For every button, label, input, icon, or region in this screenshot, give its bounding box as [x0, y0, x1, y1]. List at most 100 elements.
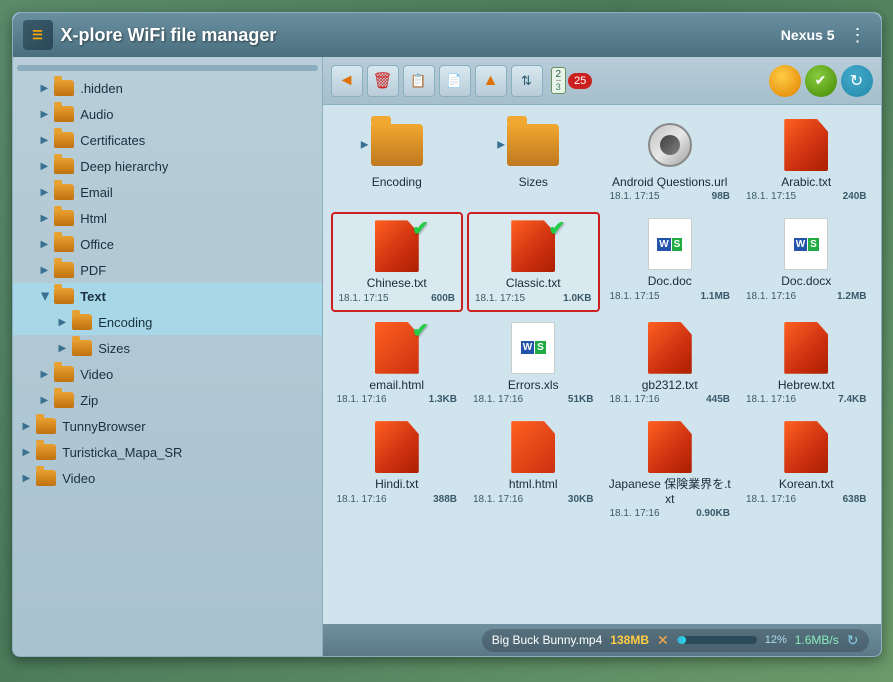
file-date: 18.1. 17:16: [746, 291, 796, 302]
file-item-hindi[interactable]: Hindi.txt 18.1. 17:16 388B: [331, 415, 464, 525]
file-item-arabic[interactable]: Arabic.txt 18.1. 17:15 240B: [740, 113, 873, 208]
file-icon-wrap: [371, 421, 423, 473]
doc-icon: W S: [648, 218, 692, 270]
sidebar-item-pdf[interactable]: ▶ PDF: [13, 257, 322, 283]
folder-arrow-icon: ▶: [497, 140, 505, 151]
sidebar-item-video2[interactable]: ▶ Video: [13, 465, 322, 491]
back-button[interactable]: ◄: [331, 65, 363, 97]
orange-circle-button[interactable]: [769, 65, 801, 97]
title-bar: ☰ X-plore WiFi file manager Nexus 5 ⋮: [13, 13, 881, 57]
toolbar-right: ✔ ↻: [769, 65, 873, 97]
file-item-sizes-folder[interactable]: ▶ Sizes: [467, 113, 600, 208]
folder-icon-audio: [54, 106, 74, 122]
file-item-chinese[interactable]: ✔ Chinese.txt 18.1. 17:15 600B: [331, 212, 464, 311]
sidebar-label-text: Text: [80, 289, 106, 304]
file-icon-wrap: [780, 322, 832, 374]
file-item-docx[interactable]: W S Doc.docx 18.1. 17:16 1.2MB: [740, 212, 873, 311]
file-item-errors-xls[interactable]: W S Errors.xls 18.1. 17:16 51KB: [467, 316, 600, 411]
file-icon-wrap: ✔: [371, 322, 423, 374]
folder-icon-deep: [54, 158, 74, 174]
sidebar-item-audio[interactable]: ▶ Audio: [13, 101, 322, 127]
sidebar-item-encoding[interactable]: ▶ Encoding: [13, 309, 322, 335]
sidebar-item-office[interactable]: ▶ Office: [13, 231, 322, 257]
file-item-gb2312[interactable]: gb2312.txt 18.1. 17:16 445B: [604, 316, 737, 411]
xls-icon: W S: [511, 322, 555, 374]
download-close-button[interactable]: ✕: [657, 632, 669, 649]
file-meta-classic: 18.1. 17:15 1.0KB: [473, 293, 594, 304]
file-item-hebrew[interactable]: Hebrew.txt 18.1. 17:16 7.4KB: [740, 316, 873, 411]
download-filename: Big Buck Bunny.mp4: [492, 633, 603, 647]
sidebar-label-hidden: .hidden: [80, 81, 123, 96]
file-meta-chinese: 18.1. 17:15 600B: [337, 293, 458, 304]
chevron-icon: ▶: [59, 343, 67, 354]
file-date: 18.1. 17:16: [473, 494, 523, 505]
file-size: 51KB: [568, 394, 594, 405]
chevron-icon: ▶: [41, 239, 49, 250]
file-item-korean[interactable]: Korean.txt 18.1. 17:16 638B: [740, 415, 873, 525]
sidebar-item-certificates[interactable]: ▶ Certificates: [13, 127, 322, 153]
device-name: Nexus 5: [781, 27, 835, 43]
sidebar-item-video[interactable]: ▶ Video: [13, 361, 322, 387]
file-item-android-questions[interactable]: Android Questions.url 18.1. 17:15 98B: [604, 113, 737, 208]
file-name-html-html: html.html: [509, 477, 558, 491]
file-item-doc[interactable]: W S Doc.doc 18.1. 17:15 1.1MB: [604, 212, 737, 311]
check-button[interactable]: ✔: [805, 65, 837, 97]
file-date: 18.1. 17:16: [337, 394, 387, 405]
chevron-icon: ▶: [59, 317, 67, 328]
file-size: 7.4KB: [838, 394, 866, 405]
file-item-email-html[interactable]: ✔ email.html 18.1. 17:16 1.3KB: [331, 316, 464, 411]
file-name-hebrew: Hebrew.txt: [778, 378, 835, 392]
chevron-icon: ▶: [39, 292, 50, 300]
delete-button[interactable]: 🗑: [367, 65, 399, 97]
selection-counter: 25: [568, 73, 592, 89]
progress-percent: 12%: [765, 634, 787, 646]
sidebar-item-hidden[interactable]: ▶ .hidden: [13, 75, 322, 101]
file-item-classic[interactable]: ✔ Classic.txt 18.1. 17:15 1.0KB: [467, 212, 600, 311]
menu-button[interactable]: ⋮: [845, 21, 871, 50]
sidebar-label-audio: Audio: [80, 107, 113, 122]
file-size: 240B: [843, 191, 867, 202]
copy-button[interactable]: 📋: [403, 65, 435, 97]
sidebar-label-tunnybrowser: TunnyBrowser: [62, 419, 145, 434]
sidebar-label-video: Video: [80, 367, 113, 382]
sidebar-item-html[interactable]: ▶ Html: [13, 205, 322, 231]
file-item-japanese[interactable]: Japanese 保険業界を.txt 18.1. 17:16 0.90KB: [604, 415, 737, 525]
txt-icon-html: [511, 421, 555, 473]
sidebar-item-zip[interactable]: ▶ Zip: [13, 387, 322, 413]
sidebar-item-sizes[interactable]: ▶ Sizes: [13, 335, 322, 361]
app-title: X-plore WiFi file manager: [61, 25, 277, 46]
sidebar-item-deep[interactable]: ▶ Deep hierarchy: [13, 153, 322, 179]
up-button[interactable]: ▲: [475, 65, 507, 97]
file-size: 638B: [843, 494, 867, 505]
file-icon-wrap: ✔: [507, 220, 559, 272]
file-name-korean: Korean.txt: [779, 477, 834, 491]
sidebar-item-text[interactable]: ▶ Text: [13, 283, 322, 309]
file-size: 388B: [433, 494, 457, 505]
counter-sub: 3: [556, 80, 561, 92]
file-icon-wrap: [780, 421, 832, 473]
sort-button[interactable]: ⇅: [511, 65, 543, 97]
file-meta-email-html: 18.1. 17:16 1.3KB: [335, 394, 460, 405]
sidebar-item-tunnybrowser[interactable]: ▶ TunnyBrowser: [13, 413, 322, 439]
download-speed: 1.6MB/s: [795, 633, 839, 647]
download-refresh-icon[interactable]: ↻: [847, 632, 859, 649]
txt-icon-hebrew: [784, 322, 828, 374]
folder-icon-office: [54, 236, 74, 252]
refresh-button[interactable]: ↻: [841, 65, 873, 97]
sidebar-item-turisticka[interactable]: ▶ Turisticka_Mapa_SR: [13, 439, 322, 465]
folder-icon-email: [54, 184, 74, 200]
file-date: 18.1. 17:16: [337, 494, 387, 505]
file-item-encoding-folder[interactable]: ▶ Encoding: [331, 113, 464, 208]
file-date: 18.1. 17:15: [610, 191, 660, 202]
paste-button[interactable]: 📄: [439, 65, 471, 97]
sidebar-item-email[interactable]: ▶ Email: [13, 179, 322, 205]
file-meta-arabic: 18.1. 17:15 240B: [744, 191, 869, 202]
folder-icon-encoding: [72, 314, 92, 330]
folder-icon-pdf: [54, 262, 74, 278]
chevron-icon: ▶: [41, 109, 49, 120]
download-info: Big Buck Bunny.mp4 138MB ✕ 12% 1.6MB/s ↻: [482, 629, 869, 652]
file-date: 18.1. 17:16: [473, 394, 523, 405]
right-panel: ◄ 🗑 📋 📄 ▲ ⇅ 2 3 25 ✔ ↻: [323, 57, 881, 656]
file-item-html-html[interactable]: html.html 18.1. 17:16 30KB: [467, 415, 600, 525]
url-inner: [660, 135, 680, 155]
